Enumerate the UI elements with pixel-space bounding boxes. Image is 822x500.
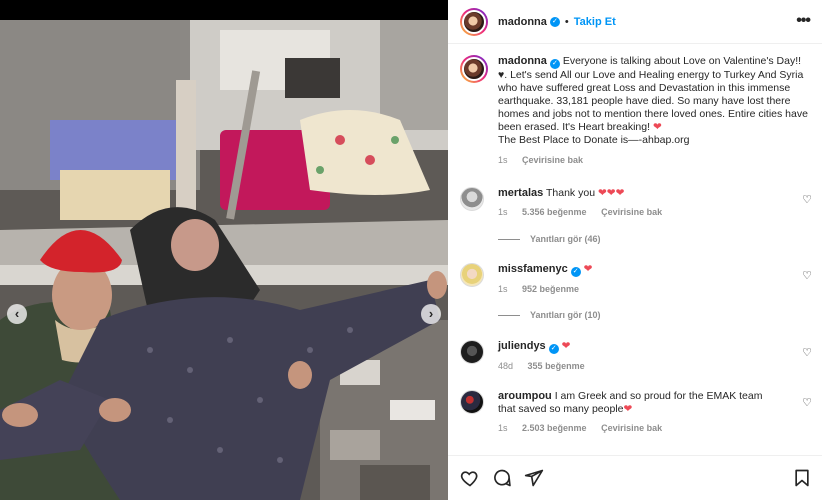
comment-age: 48d xyxy=(498,361,514,371)
caption-username[interactable]: madonna xyxy=(498,55,547,67)
carousel-next-button[interactable]: › xyxy=(421,304,441,324)
bookmark-icon[interactable] xyxy=(792,468,812,493)
translate-link[interactable]: Çevirisine bak xyxy=(601,207,662,217)
comment-likes[interactable]: 355 beğenme xyxy=(528,361,585,371)
comment-age: 1s xyxy=(498,284,508,294)
comment-item: mertalas Thank you ❤❤❤ 1s 5.356 beğenme … xyxy=(460,187,812,219)
heart-icon[interactable] xyxy=(460,468,480,493)
translate-link[interactable]: Çevirisine bak xyxy=(601,423,662,433)
post-viewer: ‹ › madonna ✓ • Takip Et ••• madonna ✓ Ev… xyxy=(0,0,822,500)
view-replies-label: Yanıtları gör (46) xyxy=(530,234,601,244)
comment-icon[interactable] xyxy=(492,468,512,493)
caption-avatar[interactable] xyxy=(460,55,488,83)
comment-like-heart-icon[interactable]: ♡ xyxy=(802,269,812,282)
commenter-avatar[interactable] xyxy=(460,263,484,287)
comment-like-heart-icon[interactable]: ♡ xyxy=(802,346,812,359)
verified-badge-icon: ✓ xyxy=(548,344,559,354)
verified-badge-icon: ✓ xyxy=(549,59,560,69)
more-horizontal-icon[interactable]: ••• xyxy=(796,12,811,30)
comment-text: Thank you ❤❤❤ xyxy=(546,187,625,199)
post-header: madonna ✓ • Takip Et ••• xyxy=(448,0,822,44)
commenter-username[interactable]: aroumpou xyxy=(498,390,552,402)
comments-list[interactable]: madonna ✓ Everyone is talking about Love … xyxy=(448,45,822,455)
comment-likes[interactable]: 952 beğenme xyxy=(522,284,579,294)
post-actions-bar xyxy=(448,455,822,500)
view-replies-button[interactable]: Yanıtları gör (46) xyxy=(498,234,601,244)
replies-divider xyxy=(498,314,520,316)
commenter-avatar[interactable] xyxy=(460,340,484,364)
author-username[interactable]: madonna xyxy=(498,16,547,28)
comment-likes[interactable]: 5.356 beğenme xyxy=(522,207,587,217)
share-icon[interactable] xyxy=(524,468,544,493)
comment-text: ❤ xyxy=(561,340,571,352)
commenter-username[interactable]: juliendys xyxy=(498,340,546,352)
verified-badge-icon: ✓ xyxy=(549,16,560,27)
author-avatar[interactable] xyxy=(460,7,488,36)
verified-badge-icon: ✓ xyxy=(570,267,581,277)
comment-item: aroumpou I am Greek and so proud for the… xyxy=(460,390,812,435)
commenter-username[interactable]: missfamenyc xyxy=(498,263,568,275)
post-caption: madonna ✓ Everyone is talking about Love … xyxy=(460,55,812,167)
comment-item: missfamenyc ✓ ❤ 1s 952 beğenme ♡ xyxy=(460,263,812,296)
comment-text: ❤ xyxy=(583,263,593,275)
replies-divider xyxy=(498,238,520,240)
comment-age: 1s xyxy=(498,423,508,433)
comment-likes[interactable]: 2.503 beğenme xyxy=(522,423,587,433)
commenter-avatar[interactable] xyxy=(460,187,484,211)
carousel-prev-button[interactable]: ‹ xyxy=(7,304,27,324)
commenter-avatar[interactable] xyxy=(460,390,484,414)
caption-age: 1s xyxy=(498,155,508,165)
comment-like-heart-icon[interactable]: ♡ xyxy=(802,193,812,206)
view-replies-label: Yanıtları gör (10) xyxy=(530,310,601,320)
follow-button[interactable]: Takip Et xyxy=(574,16,616,28)
earthquake-photo xyxy=(0,20,448,500)
post-image[interactable]: ‹ › xyxy=(0,20,448,500)
separator-dot: • xyxy=(564,15,569,28)
comment-age: 1s xyxy=(498,207,508,217)
comment-like-heart-icon[interactable]: ♡ xyxy=(802,396,812,409)
post-side-panel: madonna ✓ • Takip Et ••• madonna ✓ Everyo… xyxy=(448,0,822,500)
comment-item: juliendys ✓ ❤ 48d 355 beğenme ♡ xyxy=(460,340,812,373)
caption-text-line2: The Best Place to Donate is—-ahbap.org xyxy=(498,134,690,146)
translate-link[interactable]: Çevirisine bak xyxy=(522,155,583,165)
commenter-username[interactable]: mertalas xyxy=(498,187,543,199)
view-replies-button[interactable]: Yanıtları gör (10) xyxy=(498,310,601,320)
